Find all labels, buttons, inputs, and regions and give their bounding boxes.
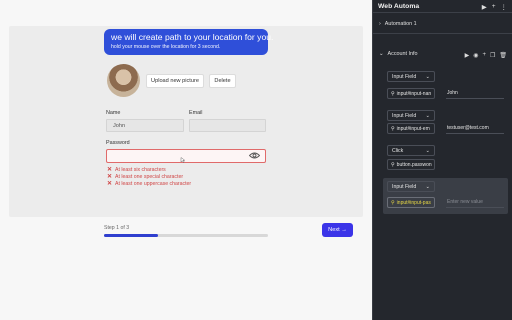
step-selector[interactable]: ⚲ input#input-pas [387, 197, 435, 208]
chevron-down-icon: ⌄ [425, 183, 430, 190]
eye-icon[interactable]: ◉ [473, 52, 478, 59]
chevron-down-icon: ⌄ [425, 112, 430, 119]
name-input[interactable]: John [106, 119, 184, 132]
step-type-select[interactable]: Input Field ⌄ [387, 110, 435, 121]
password-error: ✕ At least six characters [107, 167, 166, 173]
password-error: ✕ At least one uppercase character [107, 181, 192, 187]
copy-icon[interactable]: ❐ [490, 52, 495, 59]
step-type-select[interactable]: Input Field ⌄ [387, 181, 435, 192]
mouse-cursor-icon [180, 157, 186, 163]
error-x-icon: ✕ [107, 181, 113, 187]
step-value[interactable]: testuser@test.com [446, 123, 504, 134]
add-icon[interactable]: + [492, 3, 496, 11]
play-icon[interactable]: ▶ [465, 52, 470, 59]
group-automation-1[interactable]: › Automation 1 [379, 21, 417, 27]
name-label: Name [106, 110, 121, 116]
avatar [107, 64, 140, 97]
panel-actions: ▶ + ⋮ [482, 3, 507, 11]
password-error: ✕ At least one special character [107, 174, 184, 180]
automation-panel: Web Automa ▶ + ⋮ › Automation 1 ⌄ Accoun… [372, 0, 512, 320]
panel-title: Web Automa [378, 3, 420, 10]
divider [373, 33, 512, 34]
more-icon[interactable]: ⋮ [501, 3, 508, 11]
password-label: Password [106, 140, 130, 146]
location-tooltip: we will create path to your location for… [104, 29, 274, 55]
group-actions: ▶ ◉ + ❐ 🗑 [465, 52, 507, 59]
password-input[interactable] [106, 149, 266, 163]
next-button[interactable]: Next → [322, 223, 353, 237]
location-pin-icon: ⚲ [391, 91, 395, 97]
play-icon[interactable]: ▶ [482, 3, 487, 11]
step-selector[interactable]: ⚲ input#input-em [387, 123, 435, 134]
step-value[interactable]: Enter new value [446, 197, 504, 208]
step-type-select[interactable]: Click ⌄ [387, 145, 435, 156]
trash-icon[interactable]: 🗑 [499, 52, 507, 59]
group-account-info[interactable]: ⌄ Account Info [379, 51, 418, 57]
upload-picture-button[interactable]: Upload new picture [146, 74, 204, 88]
step-selector[interactable]: ⚲ input#input-nan [387, 88, 435, 99]
chevron-right-icon: › [379, 21, 381, 27]
chevron-down-icon: ⌄ [425, 73, 430, 80]
tooltip-subtitle: hold your mouse over the location for 3 … [111, 44, 221, 50]
page: we will create path to your location for… [0, 0, 372, 320]
step-indicator: Step 1 of 3 [104, 225, 130, 231]
chevron-down-icon: ⌄ [425, 147, 430, 154]
eye-icon[interactable] [249, 151, 260, 160]
location-pin-icon: ⚲ [391, 200, 395, 206]
step-type-select[interactable]: Input Field ⌄ [387, 71, 435, 82]
chevron-down-icon: ⌄ [379, 51, 384, 57]
add-icon[interactable]: + [482, 52, 486, 59]
location-pin-icon: ⚲ [391, 162, 395, 168]
tooltip-title: we will create path to your location for… [111, 32, 274, 42]
email-label: Email [189, 110, 203, 116]
step-selector[interactable]: ⚲ button.passwon [387, 159, 435, 170]
divider [373, 12, 512, 13]
location-pin-icon: ⚲ [391, 126, 395, 132]
step-progress-bar [104, 234, 268, 237]
delete-picture-button[interactable]: Delete [209, 74, 236, 88]
step-progress-fill [104, 234, 159, 237]
step-value[interactable]: John [446, 88, 504, 99]
email-input[interactable] [189, 119, 266, 132]
